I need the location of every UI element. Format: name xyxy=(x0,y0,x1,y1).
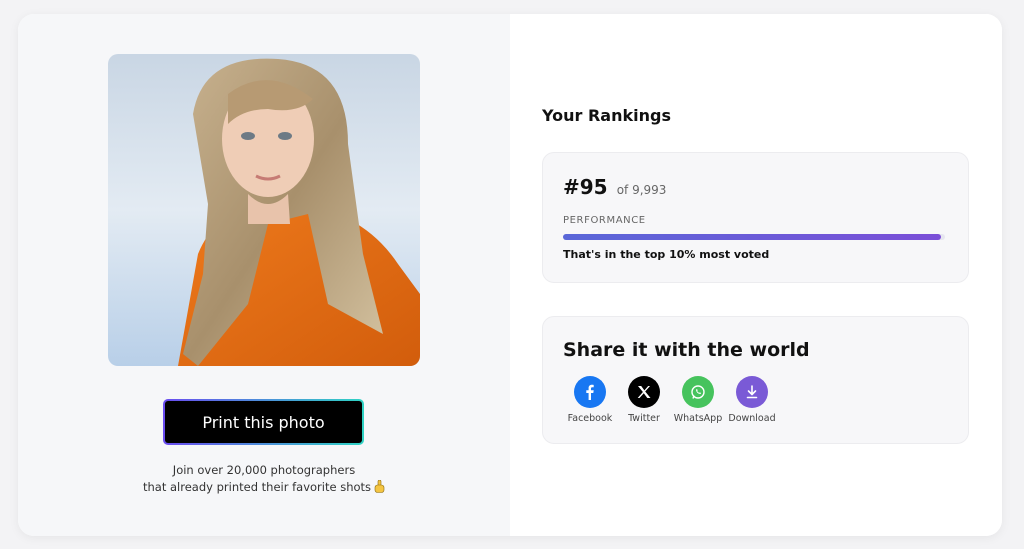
share-twitter-button[interactable]: Twitter xyxy=(617,376,671,424)
photo-panel: Print this photo Join over 20,000 photog… xyxy=(18,14,510,536)
rank-number: #95 xyxy=(563,175,608,199)
join-text: Join over 20,000 photographers that alre… xyxy=(110,462,418,496)
print-photo-button[interactable]: Print this photo xyxy=(163,399,364,445)
photo xyxy=(108,54,420,366)
print-photo-label: Print this photo xyxy=(202,412,325,432)
share-card: Share it with the world Facebook Twitter xyxy=(542,316,969,444)
share-title: Share it with the world xyxy=(563,339,810,361)
pointing-hand-icon xyxy=(374,480,385,493)
download-icon xyxy=(736,376,768,408)
join-line-2: that already printed their favorite shot… xyxy=(142,480,372,494)
ranking-card: Print this photo Join over 20,000 photog… xyxy=(18,14,1002,536)
share-facebook-label: Facebook xyxy=(567,413,613,424)
share-whatsapp-label: WhatsApp xyxy=(673,413,723,424)
share-twitter-label: Twitter xyxy=(628,413,660,424)
performance-bar xyxy=(563,234,945,240)
join-line-1: Join over 20,000 photographers xyxy=(172,463,356,477)
performance-bar-fill xyxy=(563,234,942,240)
share-options: Facebook Twitter WhatsApp Download xyxy=(563,376,779,424)
share-facebook-button[interactable]: Facebook xyxy=(563,376,617,424)
rank-total: of 9,993 xyxy=(616,183,667,197)
x-icon xyxy=(628,376,660,408)
performance-label: PERFORMANCE xyxy=(563,215,646,226)
share-whatsapp-button[interactable]: WhatsApp xyxy=(671,376,725,424)
share-download-button[interactable]: Download xyxy=(725,376,779,424)
share-download-label: Download xyxy=(728,413,776,424)
performance-summary: That's in the top 10% most voted xyxy=(563,248,770,261)
facebook-icon xyxy=(574,376,606,408)
rankings-title: Your Rankings xyxy=(542,106,671,125)
whatsapp-icon xyxy=(682,376,714,408)
rank-card: #95 of 9,993 PERFORMANCE That's in the t… xyxy=(542,152,969,283)
rankings-panel: Your Rankings #95 of 9,993 PERFORMANCE T… xyxy=(510,14,1002,536)
